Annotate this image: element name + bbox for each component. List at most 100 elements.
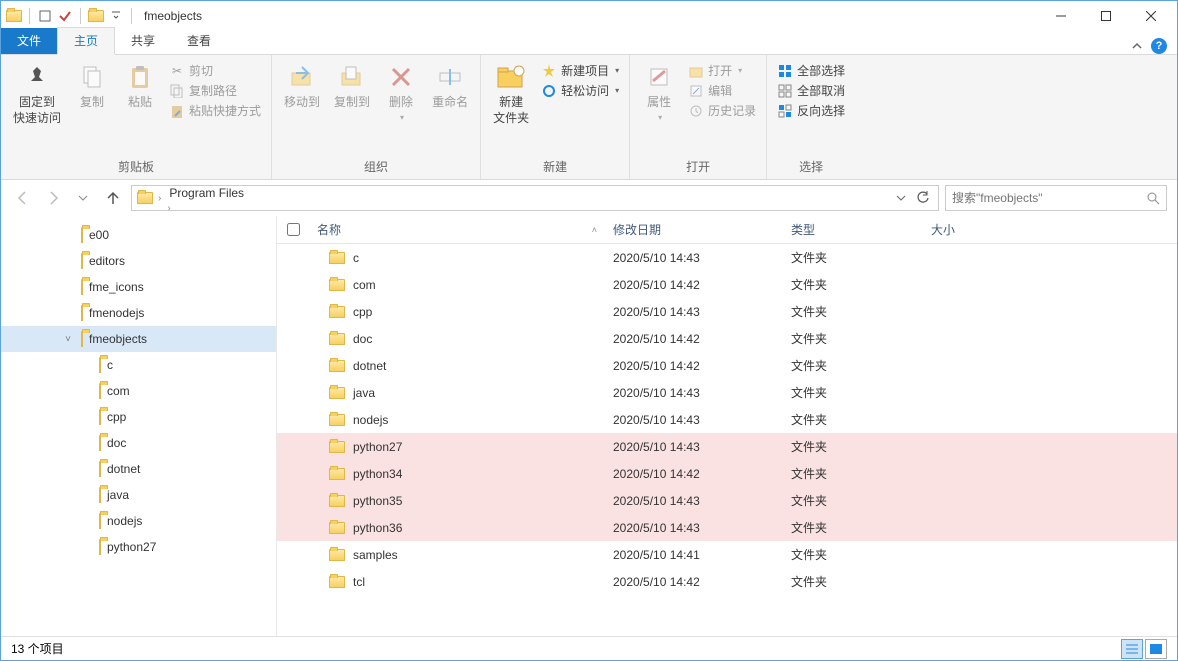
move-to-button[interactable]: 移动到: [278, 59, 326, 113]
file-row[interactable]: python362020/5/10 14:43文件夹: [277, 514, 1177, 541]
expand-icon[interactable]: [79, 540, 93, 554]
folder-icon: [329, 387, 345, 399]
expand-icon[interactable]: [79, 384, 93, 398]
tree-label: fme_icons: [89, 280, 144, 294]
refresh-button[interactable]: [912, 187, 934, 209]
thumbnails-view-button[interactable]: [1145, 639, 1167, 659]
file-row[interactable]: c2020/5/10 14:43文件夹: [277, 244, 1177, 271]
open-button[interactable]: 打开▾: [684, 61, 760, 80]
folder-icon: [99, 436, 101, 450]
easy-access-button[interactable]: 轻松访问▾: [537, 81, 623, 100]
tree-node-dotnet[interactable]: dotnet: [1, 456, 276, 482]
search-box[interactable]: [945, 185, 1167, 211]
select-all-button[interactable]: 全部选择: [773, 61, 849, 80]
file-row[interactable]: samples2020/5/10 14:41文件夹: [277, 541, 1177, 568]
navigation-tree[interactable]: e00editorsfme_iconsfmenodejs˅fmeobjectsc…: [1, 216, 277, 636]
folder-icon: [81, 306, 83, 320]
collapse-ribbon-icon[interactable]: [1131, 40, 1143, 52]
column-type[interactable]: 类型: [783, 221, 923, 238]
expand-icon[interactable]: [79, 436, 93, 450]
invert-selection-button[interactable]: 反向选择: [773, 101, 849, 120]
tree-node-python27[interactable]: python27: [1, 534, 276, 560]
tree-node-editors[interactable]: editors: [1, 248, 276, 274]
expand-icon[interactable]: [61, 254, 75, 268]
column-name[interactable]: 名称˄: [309, 221, 605, 238]
file-row[interactable]: python272020/5/10 14:43文件夹: [277, 433, 1177, 460]
qat-dropdown-icon[interactable]: [107, 7, 125, 25]
expand-icon[interactable]: [79, 514, 93, 528]
properties-button[interactable]: 属性▾: [636, 59, 682, 124]
history-button[interactable]: 历史记录: [684, 101, 760, 120]
select-all-checkbox[interactable]: [287, 223, 300, 236]
maximize-button[interactable]: [1083, 2, 1128, 30]
qat-checkmark-icon[interactable]: [56, 7, 74, 25]
tree-node-fmenodejs[interactable]: fmenodejs: [1, 300, 276, 326]
tree-node-doc[interactable]: doc: [1, 430, 276, 456]
new-item-button[interactable]: 新建项目▾: [537, 61, 623, 80]
file-row[interactable]: cpp2020/5/10 14:43文件夹: [277, 298, 1177, 325]
newitem-icon: [541, 63, 557, 79]
paste-shortcut-button[interactable]: 粘贴快捷方式: [165, 101, 265, 120]
select-none-button[interactable]: 全部取消: [773, 81, 849, 100]
breadcrumb-sep[interactable]: ›: [165, 203, 172, 212]
back-button[interactable]: [11, 186, 35, 210]
tab-share[interactable]: 共享: [115, 28, 171, 54]
pin-to-quick-access-button[interactable]: 固定到 快速访问: [7, 59, 67, 128]
tab-file[interactable]: 文件: [1, 28, 57, 54]
address-dropdown-icon[interactable]: [890, 187, 912, 209]
file-row[interactable]: com2020/5/10 14:42文件夹: [277, 271, 1177, 298]
file-name: python34: [353, 467, 402, 481]
file-row[interactable]: python342020/5/10 14:42文件夹: [277, 460, 1177, 487]
tree-node-cpp[interactable]: cpp: [1, 404, 276, 430]
tree-node-fmeobjects[interactable]: ˅fmeobjects: [1, 326, 276, 352]
expand-icon[interactable]: [79, 358, 93, 372]
column-size[interactable]: 大小: [923, 221, 1043, 238]
edit-button[interactable]: 编辑: [684, 81, 760, 100]
file-row[interactable]: java2020/5/10 14:43文件夹: [277, 379, 1177, 406]
copy-button[interactable]: 复制: [69, 59, 115, 113]
search-input[interactable]: [952, 191, 1146, 205]
column-date[interactable]: 修改日期: [605, 221, 783, 238]
breadcrumb-2[interactable]: Program Files: [165, 186, 248, 200]
copy-path-button[interactable]: 复制路径: [165, 81, 265, 100]
details-view-button[interactable]: [1121, 639, 1143, 659]
file-row[interactable]: doc2020/5/10 14:42文件夹: [277, 325, 1177, 352]
help-icon[interactable]: ?: [1151, 38, 1167, 54]
qat-folder-icon[interactable]: [87, 7, 105, 25]
file-type: 文件夹: [783, 384, 923, 401]
paste-button[interactable]: 粘贴: [117, 59, 163, 113]
address-bar[interactable]: › 此电脑›OS (C:)›Program Files›FME›fmeobjec…: [131, 185, 939, 211]
tab-home[interactable]: 主页: [57, 27, 115, 55]
delete-button[interactable]: 删除▾: [378, 59, 424, 124]
forward-button[interactable]: [41, 186, 65, 210]
close-button[interactable]: [1128, 2, 1173, 30]
tree-node-java[interactable]: java: [1, 482, 276, 508]
expand-icon[interactable]: [61, 228, 75, 242]
expand-icon[interactable]: [79, 488, 93, 502]
qat-properties-icon[interactable]: [36, 7, 54, 25]
rename-button[interactable]: 重命名: [426, 59, 474, 113]
file-row[interactable]: tcl2020/5/10 14:42文件夹: [277, 568, 1177, 595]
expand-icon[interactable]: ˅: [61, 332, 75, 346]
expand-icon[interactable]: [79, 462, 93, 476]
tree-node-c[interactable]: c: [1, 352, 276, 378]
new-folder-button[interactable]: 新建 文件夹: [487, 59, 535, 128]
copy-to-button[interactable]: 复制到: [328, 59, 376, 113]
tree-node-fme_icons[interactable]: fme_icons: [1, 274, 276, 300]
file-row[interactable]: nodejs2020/5/10 14:43文件夹: [277, 406, 1177, 433]
expand-icon[interactable]: [61, 280, 75, 294]
tab-view[interactable]: 查看: [171, 28, 227, 54]
tree-node-nodejs[interactable]: nodejs: [1, 508, 276, 534]
recent-dropdown[interactable]: [71, 186, 95, 210]
file-row[interactable]: dotnet2020/5/10 14:42文件夹: [277, 352, 1177, 379]
minimize-button[interactable]: [1038, 2, 1083, 30]
tree-node-com[interactable]: com: [1, 378, 276, 404]
cut-button[interactable]: ✂剪切: [165, 61, 265, 80]
file-date: 2020/5/10 14:43: [605, 251, 783, 265]
search-icon[interactable]: [1146, 191, 1160, 205]
expand-icon[interactable]: [79, 410, 93, 424]
file-row[interactable]: python352020/5/10 14:43文件夹: [277, 487, 1177, 514]
expand-icon[interactable]: [61, 306, 75, 320]
up-button[interactable]: [101, 186, 125, 210]
tree-node-e00[interactable]: e00: [1, 222, 276, 248]
